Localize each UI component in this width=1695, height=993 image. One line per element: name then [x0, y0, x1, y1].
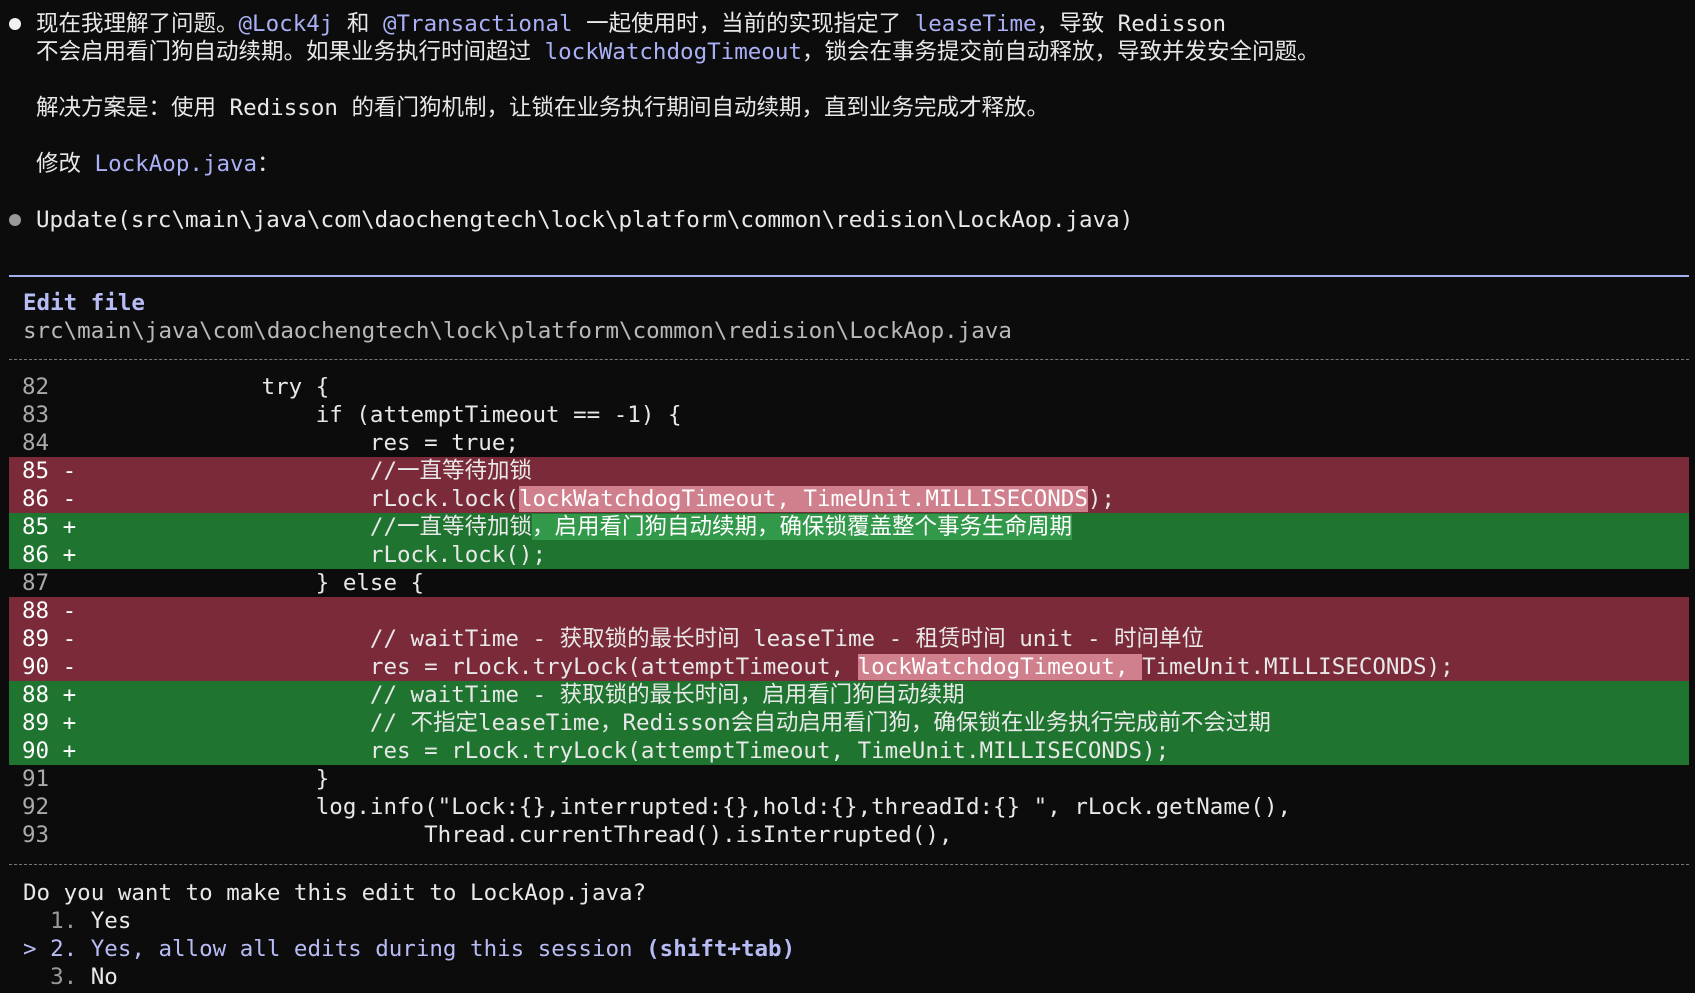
line-number: 86 +	[22, 542, 77, 568]
inline-code: @Lock4j	[238, 11, 334, 37]
edit-panel-title: Edit file	[23, 290, 145, 316]
line-number: 90 -	[22, 654, 77, 680]
divider	[9, 359, 1689, 360]
code-text: } else {	[99, 570, 425, 596]
code-text: // 不指定leaseTime，Redisson会自动启用看门狗，确保锁在业务执…	[99, 710, 1271, 736]
line-number: 87	[22, 570, 50, 596]
line-number: 83	[22, 402, 50, 428]
diff-line-removed: 88 -	[9, 597, 1689, 625]
tool-call-bullet-icon	[9, 214, 21, 226]
edit-panel-border	[9, 275, 1689, 277]
code-text: rLock.lock();	[99, 542, 547, 568]
diff-line-added: 88 + // waitTime - 获取锁的最长时间，启用看门狗自动续期	[9, 681, 1689, 709]
diff-line-context: 87 } else {	[9, 569, 1689, 597]
diff-line-context: 92 log.info("Lock:{},interrupted:{},hold…	[9, 793, 1689, 821]
message-text: 一起使用时，当前的实现指定了	[572, 11, 915, 37]
diff-line-context: 82 try {	[9, 373, 1689, 401]
message-text: ，导致 Redisson	[1036, 11, 1227, 37]
option-number: 1.	[50, 908, 78, 934]
message-text: 修改	[36, 151, 95, 177]
code-text: res = true;	[99, 430, 519, 456]
inline-code: @Transactional	[382, 11, 573, 37]
code-text: // waitTime - 获取锁的最长时间 leaseTime - 租赁时间 …	[99, 626, 1205, 652]
code-text: //一直等待加锁，启用看门狗自动续期，确保锁覆盖整个事务生命周期	[99, 513, 1073, 541]
tool-call-label: Update(src\main\java\com\daochengtech\lo…	[36, 207, 1134, 233]
message-text: 现在我理解了问题。	[36, 11, 239, 37]
changed-segment-highlight: lockWatchdogTimeout, TimeUnit.MILLISECON…	[518, 486, 1088, 512]
code-text: res = rLock.tryLock(attemptTimeout, Time…	[99, 738, 1170, 764]
line-number: 86 -	[22, 486, 77, 512]
diff-line-context: 93 Thread.currentThread().isInterrupted(…	[9, 821, 1689, 849]
option-3[interactable]: 3. No	[23, 963, 118, 991]
diff-line-removed: 86 - rLock.lock(lockWatchdogTimeout, Tim…	[9, 485, 1689, 513]
code-segment: TimeUnit.MILLISECONDS);	[1142, 654, 1454, 680]
line-number: 93	[22, 822, 50, 848]
message-bullet-icon	[9, 18, 21, 30]
message-paragraph-1-cont: 不会启用看门狗自动续期。如果业务执行时间超过 lockWatchdogTimeo…	[36, 38, 1319, 66]
code-text: //一直等待加锁	[99, 458, 533, 484]
code-segment: res = rLock.tryLock(attemptTimeout,	[99, 654, 858, 680]
option-marker	[23, 908, 50, 934]
code-segment: rLock.lock(	[99, 486, 519, 512]
line-number: 85 -	[22, 458, 77, 484]
line-number: 82	[22, 374, 50, 400]
code-text: res = rLock.tryLock(attemptTimeout, lock…	[99, 653, 1454, 681]
option-1[interactable]: 1. Yes	[23, 907, 131, 935]
changed-segment-highlight: ，启用看门狗自动续期，确保锁覆盖整个事务生命周期	[532, 514, 1073, 540]
line-number: 89 -	[22, 626, 77, 652]
message-solution: 解决方案是：使用 Redisson 的看门狗机制，让锁在业务执行期间自动续期，直…	[36, 95, 1049, 121]
option-number: 3.	[50, 964, 78, 990]
code-text: Thread.currentThread().isInterrupted(),	[99, 822, 953, 848]
code-text: rLock.lock(lockWatchdogTimeout, TimeUnit…	[99, 485, 1115, 513]
option-2[interactable]: > 2. Yes, allow all edits during this se…	[23, 935, 795, 963]
line-number: 84	[22, 430, 50, 456]
message-text: ，锁会在事务提交前自动释放，导致并发安全问题。	[801, 39, 1320, 65]
code-segment: );	[1087, 486, 1115, 512]
option-label: Yes, allow all edits during this session	[90, 936, 633, 962]
inline-code: leaseTime	[914, 11, 1037, 37]
code-text: // waitTime - 获取锁的最长时间，启用看门狗自动续期	[99, 682, 965, 708]
diff-line-removed: 85 - //一直等待加锁	[9, 457, 1689, 485]
line-number: 89 +	[22, 710, 77, 736]
diff-line-context: 84 res = true;	[9, 429, 1689, 457]
diff-line-added: 89 + // 不指定leaseTime，Redisson会自动启用看门狗，确保…	[9, 709, 1689, 737]
changed-segment-highlight: lockWatchdogTimeout,	[857, 654, 1143, 680]
option-label: No	[90, 964, 118, 990]
message-paragraph-1: 现在我理解了问题。@Lock4j 和 @Transactional 一起使用时，…	[36, 10, 1226, 38]
line-number: 88 -	[22, 598, 77, 624]
option-number: 2.	[50, 936, 78, 962]
message-text: 和	[333, 11, 383, 37]
code-segment: //一直等待加锁	[99, 514, 533, 540]
message-modify: 修改 LockAop.java：	[36, 150, 280, 178]
inline-code: lockWatchdogTimeout	[544, 39, 802, 65]
inline-code: LockAop.java	[94, 151, 258, 177]
divider	[9, 864, 1689, 865]
diff-line-context: 91 }	[9, 765, 1689, 793]
option-marker	[23, 964, 50, 990]
diff-line-removed: 90 - res = rLock.tryLock(attemptTimeout,…	[9, 653, 1689, 681]
line-number: 91	[22, 766, 50, 792]
code-text: try {	[99, 374, 330, 400]
edit-confirm-question: Do you want to make this edit to LockAop…	[23, 880, 647, 906]
diff-line-added: 90 + res = rLock.tryLock(attemptTimeout,…	[9, 737, 1689, 765]
selection-cursor: >	[23, 936, 51, 962]
code-text: if (attemptTimeout == -1) {	[99, 402, 682, 428]
option-label: Yes	[90, 908, 132, 934]
line-number: 88 +	[22, 682, 77, 708]
shortcut-hint: (shift+tab)	[646, 936, 796, 962]
line-number: 85 +	[22, 514, 77, 540]
line-number: 90 +	[22, 738, 77, 764]
line-number: 92	[22, 794, 50, 820]
diff-line-context: 83 if (attemptTimeout == -1) {	[9, 401, 1689, 429]
message-text: ：	[257, 151, 280, 177]
message-text: 不会启用看门狗自动续期。如果业务执行时间超过	[36, 39, 545, 65]
diff-line-added: 86 + rLock.lock();	[9, 541, 1689, 569]
code-text: log.info("Lock:{},interrupted:{},hold:{}…	[99, 794, 1292, 820]
diff-line-removed: 89 - // waitTime - 获取锁的最长时间 leaseTime - …	[9, 625, 1689, 653]
edit-file-path: src\main\java\com\daochengtech\lock\plat…	[23, 318, 1012, 344]
code-text: }	[99, 766, 330, 792]
diff-line-added: 85 + //一直等待加锁，启用看门狗自动续期，确保锁覆盖整个事务生命周期	[9, 513, 1689, 541]
